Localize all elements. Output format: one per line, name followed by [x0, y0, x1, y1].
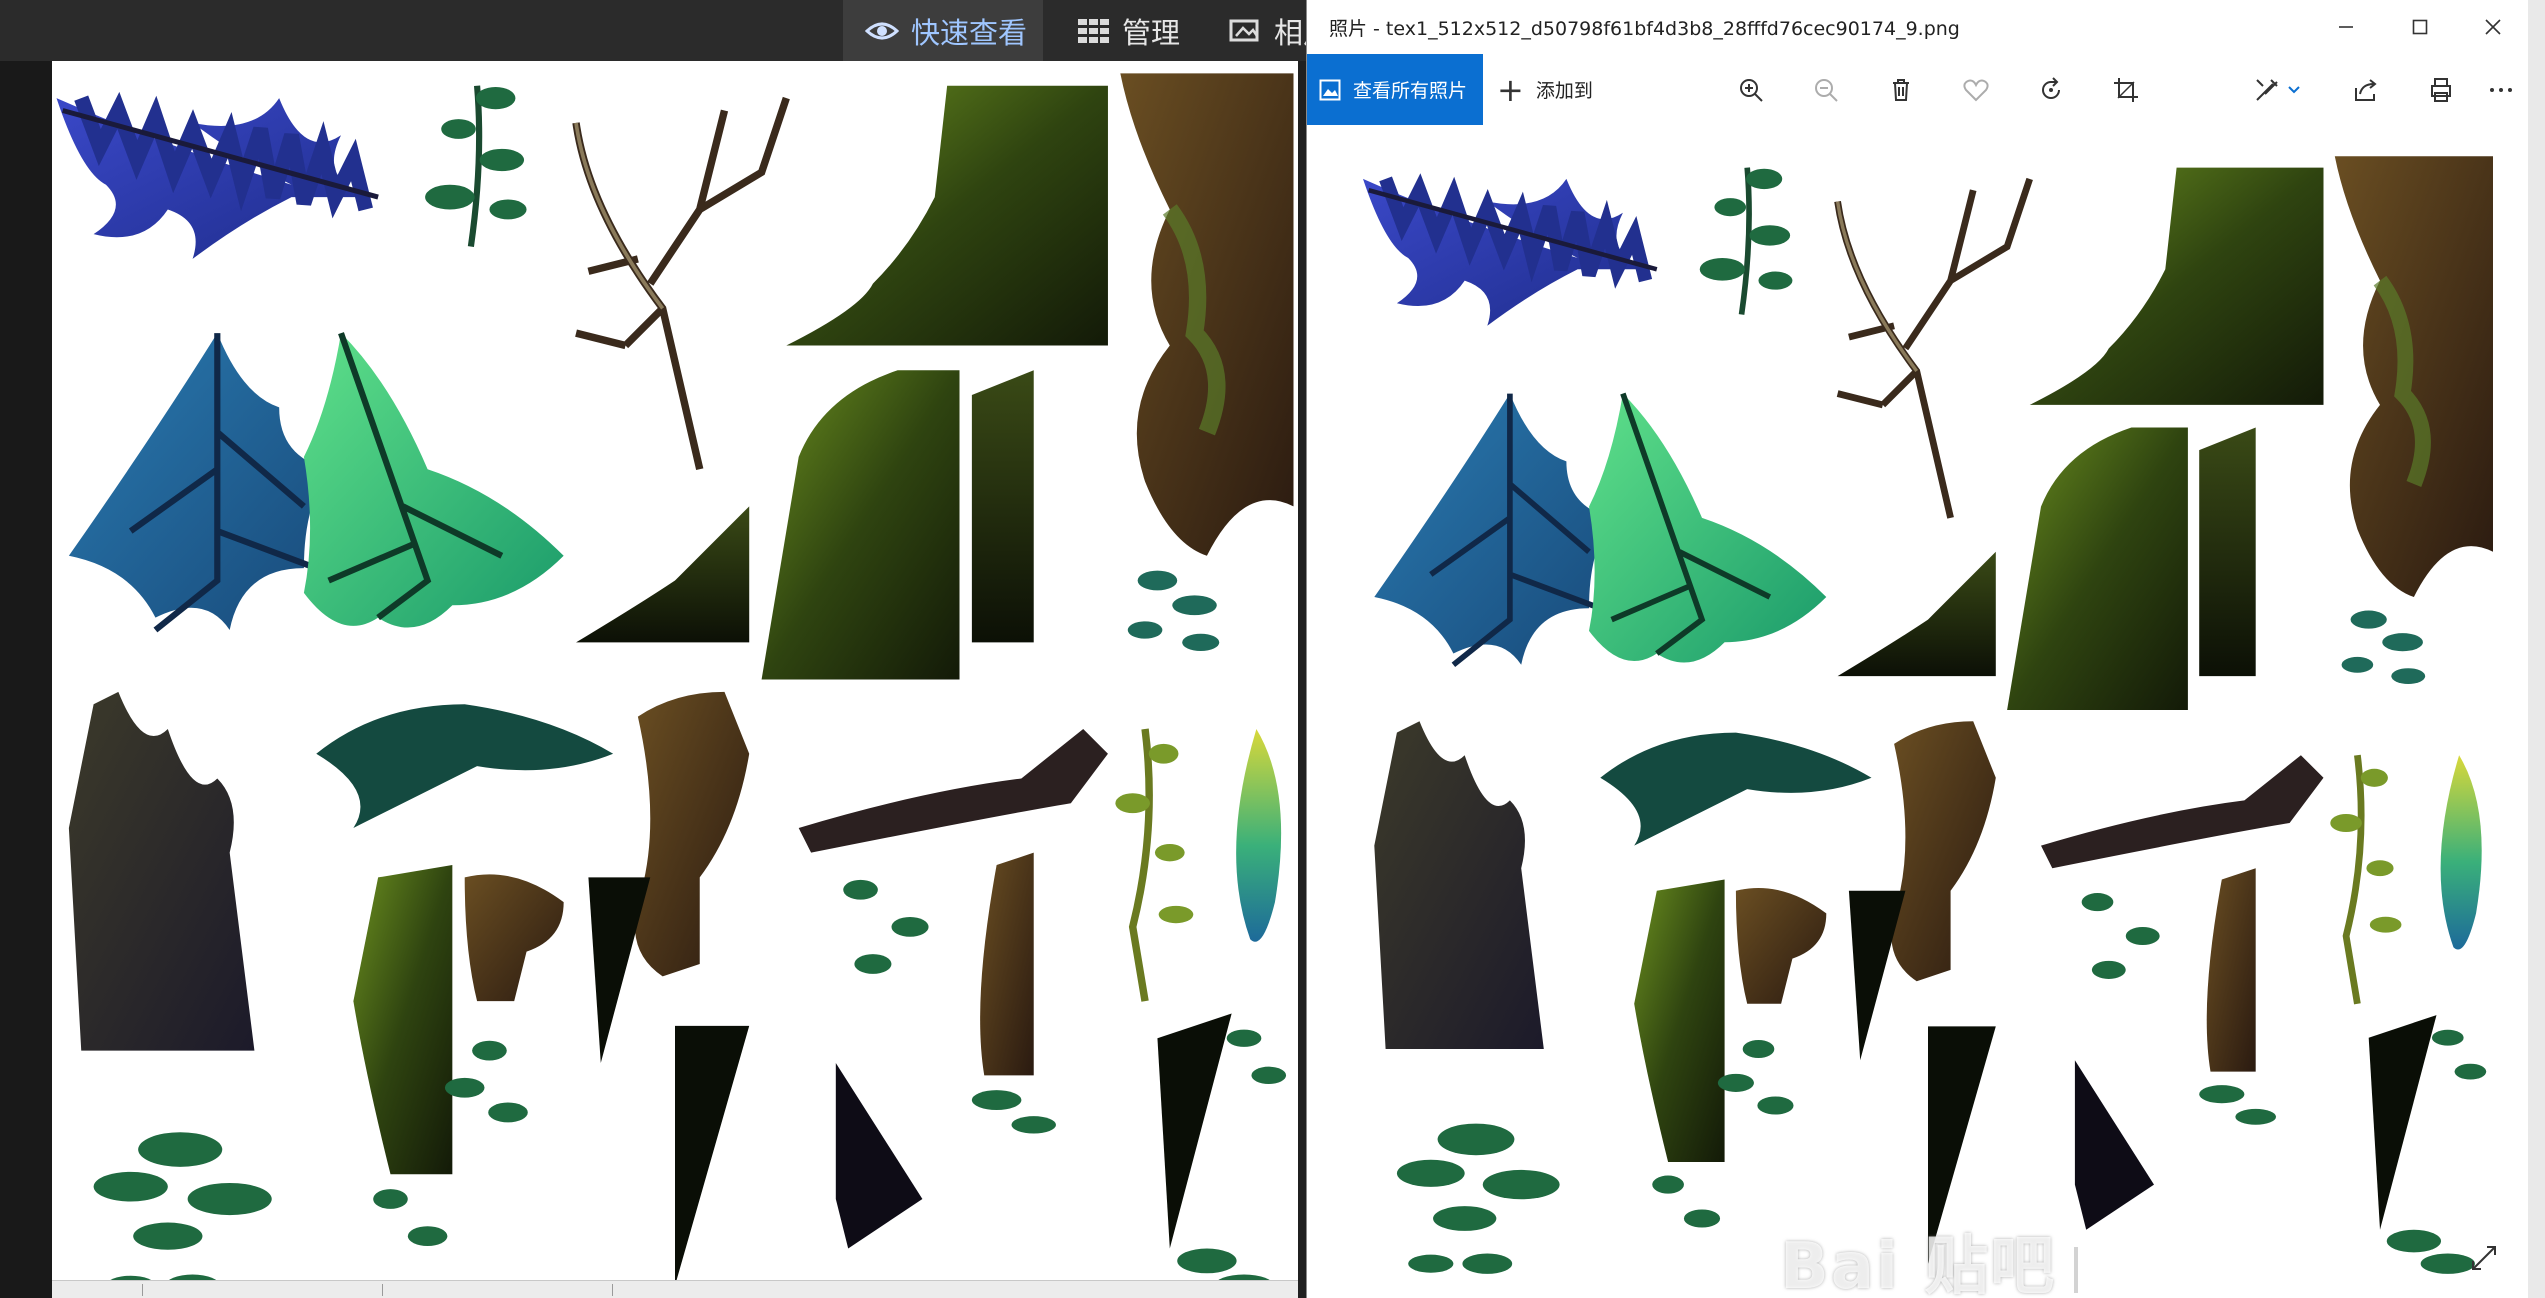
photo-gallery-icon	[1319, 79, 1341, 100]
rotate-button[interactable]	[2022, 54, 2080, 125]
text-cursor	[2074, 1247, 2079, 1294]
photos-frame: 照片 - tex1_512x512_d50798f61bf4d3b8_28fff…	[1306, 0, 2529, 1298]
close-icon	[2485, 19, 2501, 35]
screen: 快速查看 管理 相片	[0, 0, 2545, 1298]
edit-icon	[2256, 78, 2278, 101]
share-button[interactable]	[2337, 54, 2395, 125]
status-divider	[382, 1284, 383, 1296]
more-options-button[interactable]	[2472, 54, 2530, 125]
status-divider	[612, 1284, 613, 1296]
add-to-label: 添加到	[1535, 80, 1593, 102]
favorite-icon	[1963, 79, 1989, 101]
explorer-ribbon: 快速查看 管理 相片	[0, 0, 1306, 61]
close-button[interactable]	[2457, 0, 2529, 54]
see-all-photos-label: 查看所有照片	[1353, 80, 1468, 102]
ribbon-tab-photos[interactable]: 相片	[1212, 0, 1306, 61]
chevron-down-icon	[2288, 85, 2300, 93]
ribbon-tab-manage[interactable]: 管理	[1062, 0, 1212, 61]
ribbon-tab-label: 相片	[1274, 15, 1306, 50]
expand-icon	[2472, 1246, 2496, 1270]
grid-icon	[1078, 18, 1110, 43]
minimize-icon	[2339, 26, 2353, 28]
photos-app-window: 照片 - tex1_512x512_d50798f61bf4d3b8_28fff…	[1306, 0, 2545, 1298]
status-divider	[142, 1284, 143, 1296]
zoom-in-button[interactable]	[1722, 54, 1780, 125]
minimize-button[interactable]	[2310, 0, 2382, 54]
print-icon	[2431, 77, 2451, 102]
file-explorer-window: 快速查看 管理 相片	[0, 0, 1306, 1298]
see-all-photos-button[interactable]: 查看所有照片	[1307, 54, 1483, 125]
desktop-edge	[2528, 0, 2545, 1298]
rotate-icon	[2042, 76, 2060, 99]
explorer-navigation-pane	[0, 61, 52, 1298]
maximize-icon	[2412, 19, 2428, 35]
title-bar[interactable]: 照片 - tex1_512x512_d50798f61bf4d3b8_28fff…	[1307, 0, 2529, 54]
texture-preview-right	[1313, 125, 2523, 1298]
delete-button[interactable]	[1872, 54, 1930, 125]
add-to-button[interactable]: + 添加到	[1497, 54, 1593, 125]
explorer-status-bar	[52, 1280, 1298, 1298]
zoom-in-icon	[1740, 78, 1763, 102]
maximize-button[interactable]	[2384, 0, 2456, 54]
texture-preview-left	[52, 61, 1298, 1298]
delete-icon	[1893, 78, 1909, 101]
watermark-text: Bai 贴吧	[1780, 1230, 2057, 1298]
ribbon-tab-quick-view[interactable]: 快速查看	[843, 0, 1043, 61]
edit-create-button[interactable]	[2237, 54, 2317, 125]
share-icon	[2355, 78, 2377, 101]
window-title: 照片 - tex1_512x512_d50798f61bf4d3b8_28fff…	[1329, 18, 1960, 40]
photos-command-bar: 查看所有照片 + 添加到	[1307, 54, 2529, 125]
crop-icon	[2114, 77, 2138, 102]
baidu-tieba-watermark: Bai 贴吧	[1780, 1215, 2079, 1298]
quick-view-image	[52, 61, 1298, 1298]
zoom-out-icon	[1815, 78, 1838, 102]
ribbon-tab-label: 快速查看	[911, 15, 1028, 50]
photo-viewer-canvas[interactable]	[1313, 125, 2523, 1298]
favorite-button[interactable]	[1947, 54, 2005, 125]
plus-icon: +	[1497, 70, 1524, 109]
more-icon	[2490, 87, 2512, 92]
print-button[interactable]	[2412, 54, 2470, 125]
crop-button[interactable]	[2097, 54, 2155, 125]
full-screen-button[interactable]	[2464, 1238, 2504, 1278]
eye-icon	[865, 19, 899, 43]
zoom-out-button[interactable]	[1797, 54, 1855, 125]
ribbon-tab-label: 管理	[1122, 15, 1181, 50]
photos-icon	[1228, 18, 1262, 44]
